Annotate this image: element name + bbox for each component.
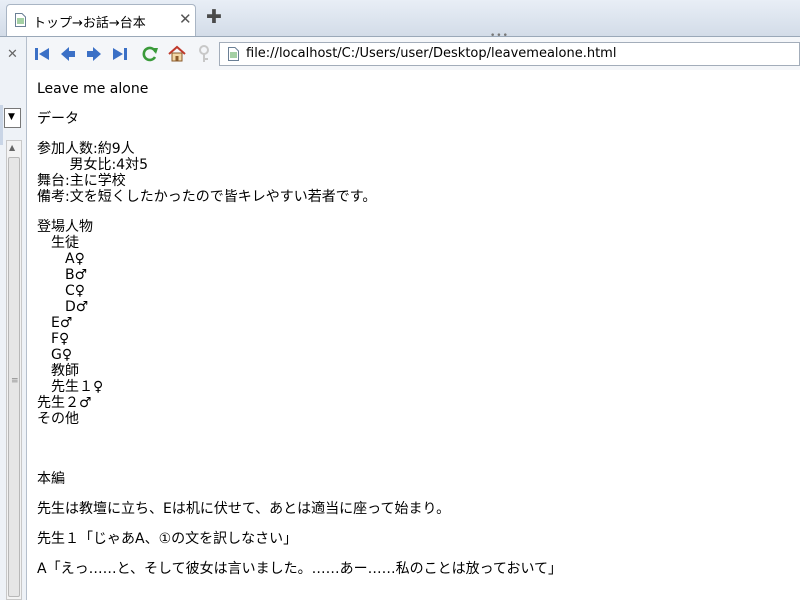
cast-line: B♂ (37, 267, 88, 283)
chevron-down-icon: ▼ (8, 112, 15, 122)
first-icon[interactable] (32, 44, 52, 64)
participants-line: 参加人数:約9人 (37, 141, 135, 157)
main-heading: 本編 (37, 471, 65, 487)
cast-heading: 登場人物 (37, 219, 93, 235)
page-icon (15, 13, 26, 27)
key-icon[interactable] (194, 44, 214, 64)
pane-dropdown[interactable]: ▼ (4, 108, 21, 128)
cast-line: 教師 (37, 363, 79, 379)
script-line: A「えっ……と、そして彼女は言いました。……あー……私のことは放っておいて」 (37, 561, 563, 577)
cast-line: C♀ (37, 283, 86, 299)
tab-close-icon[interactable]: ✕ (179, 10, 192, 28)
script-line: 先生１「じゃあA、①の文を訳しなさい」 (37, 531, 298, 547)
tab-title: トップ→お話→台本 (33, 16, 146, 31)
grip-icon: ≡ (11, 376, 19, 386)
pane-scrollbar[interactable]: ▲ ≡ (6, 140, 22, 600)
cast-line: F♀ (37, 331, 70, 347)
cast-line: その他 (37, 411, 79, 427)
document: Leave me alone データ 参加人数:約9人 男女比:4対5 舞台:主… (37, 81, 777, 577)
last-icon[interactable] (110, 44, 130, 64)
page-icon (228, 47, 239, 61)
forward-icon[interactable] (84, 44, 104, 64)
gender-ratio-line: 男女比:4対5 (37, 157, 148, 173)
new-tab-icon[interactable]: ✚ (206, 6, 222, 28)
cast-line: 先生２♂ (37, 395, 92, 411)
stage-line: 舞台:主に学校 (37, 173, 126, 189)
script-line: 先生は教壇に立ち、Eは机に伏せて、あとは適当に座って始まり。 (37, 501, 451, 517)
cast-line: G♀ (37, 347, 73, 363)
tab-strip: トップ→お話→台本 ✕ ✚ ••• (0, 0, 800, 41)
home-icon[interactable] (167, 44, 187, 64)
tab-current[interactable]: トップ→お話→台本 ✕ (6, 4, 196, 36)
pane-scroll-thumb[interactable]: ≡ (8, 157, 20, 597)
cast-line: 生徒 (37, 235, 79, 251)
page-content: Leave me alone データ 参加人数:約9人 男女比:4対5 舞台:主… (27, 70, 800, 600)
cast-line: A♀ (37, 251, 85, 267)
url-text[interactable]: file://localhost/C:/Users/user/Desktop/l… (246, 46, 616, 61)
side-pane: ✕ ▼ ▲ ≡ (0, 37, 27, 600)
address-bar[interactable]: file://localhost/C:/Users/user/Desktop/l… (219, 42, 800, 66)
data-heading: データ (37, 111, 79, 127)
back-icon[interactable] (58, 44, 78, 64)
pane-selection-strip (0, 105, 3, 145)
scroll-up-icon[interactable]: ▲ (9, 143, 15, 152)
note-line: 備考:文を短くしたかったので皆キレやすい若者です。 (37, 189, 377, 205)
cast-line: E♂ (37, 315, 73, 331)
cast-line: D♂ (37, 299, 89, 315)
cast-line: 先生１♀ (37, 379, 104, 395)
navigation-toolbar: file://localhost/C:/Users/user/Desktop/l… (27, 37, 800, 71)
document-title: Leave me alone (37, 81, 149, 97)
pane-close-icon[interactable]: ✕ (7, 47, 18, 62)
reload-icon[interactable] (140, 44, 160, 64)
